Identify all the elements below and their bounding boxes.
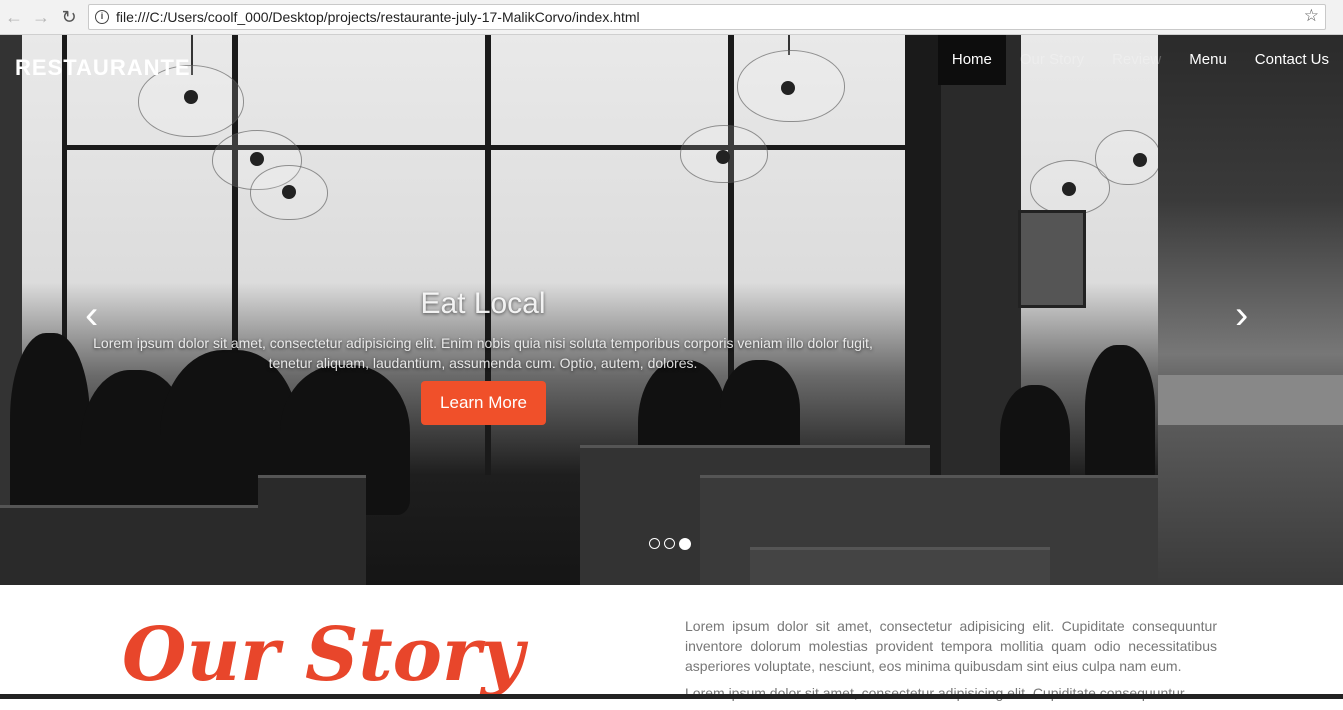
bookmark-star-icon[interactable]: ☆ [1304, 6, 1319, 26]
carousel-indicators [649, 538, 691, 550]
nav-item-review[interactable]: Review [1098, 35, 1175, 85]
nav-item-contact-us[interactable]: Contact Us [1241, 35, 1343, 85]
learn-more-button[interactable]: Learn More [421, 381, 546, 425]
reload-icon[interactable]: ↻ [58, 6, 80, 28]
carousel-indicator[interactable] [664, 538, 675, 549]
story-heading: Our Story [122, 612, 524, 698]
forward-icon[interactable]: → [30, 6, 52, 28]
carousel-indicator[interactable] [649, 538, 660, 549]
main-nav: Home Our Story Review Menu Contact Us [937, 35, 1343, 85]
back-icon[interactable]: ← [3, 6, 25, 28]
story-paragraph: Lorem ipsum dolor sit amet, consectetur … [685, 618, 1217, 674]
nav-item-menu[interactable]: Menu [1175, 35, 1241, 85]
nav-item-home[interactable]: Home [937, 35, 1006, 85]
carousel-caption-text: Lorem ipsum dolor sit amet, consectetur … [93, 335, 873, 371]
carousel-indicator-active[interactable] [679, 538, 691, 550]
nav-item-our-story[interactable]: Our Story [1006, 35, 1098, 85]
address-bar[interactable]: i file:///C:/Users/coolf_000/Desktop/pro… [88, 4, 1326, 30]
carousel-next-slide-image [1158, 35, 1343, 585]
story-paragraph: Lorem ipsum dolor sit amet, consectetur … [685, 685, 1185, 701]
info-icon[interactable]: i [95, 10, 109, 24]
browser-toolbar: ← → ↻ i file:///C:/Users/coolf_000/Deskt… [0, 0, 1343, 35]
taskbar-edge [0, 694, 1343, 699]
brand-logo[interactable]: RESTAURANTE [15, 55, 191, 81]
hero-carousel: RESTAURANTE Home Our Story Review Menu C… [0, 35, 1343, 585]
carousel-next-icon[interactable]: › [1235, 293, 1248, 338]
carousel-caption-title: Eat Local [420, 287, 546, 320]
address-url[interactable]: file:///C:/Users/coolf_000/Desktop/proje… [116, 9, 640, 25]
